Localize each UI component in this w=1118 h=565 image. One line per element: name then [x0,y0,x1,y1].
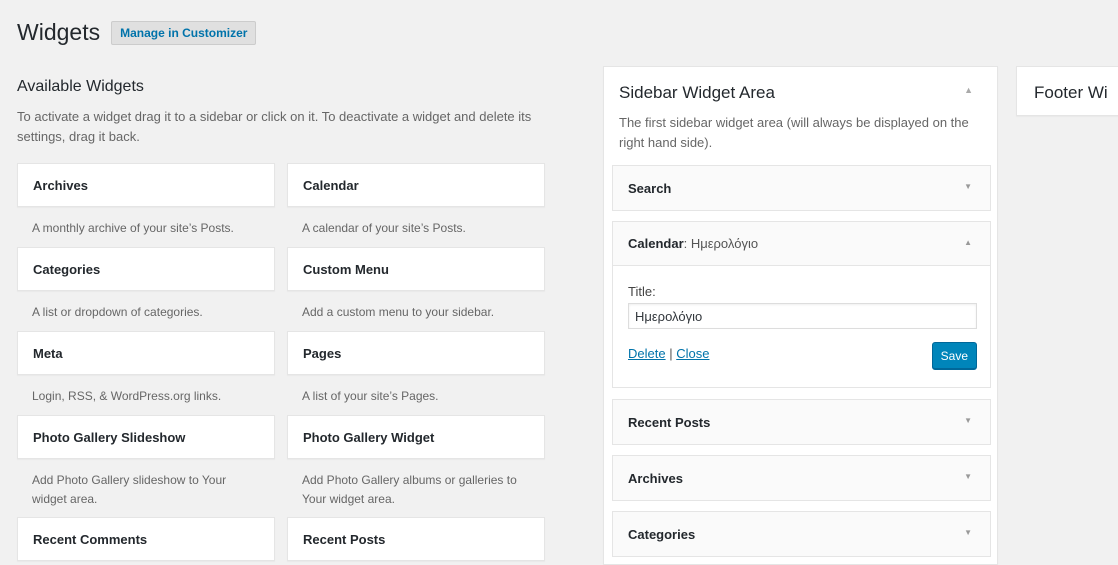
widget-title[interactable]: Photo Gallery Slideshow [17,415,275,459]
sidebar-widget-recent-posts[interactable]: Recent Posts ▼ [612,399,991,445]
widget-description: A list of your site’s Pages. [302,389,439,403]
arrow-down-icon[interactable]: ▼ [964,182,972,191]
sidebar-widget-area: Sidebar Widget Area ▲ The first sidebar … [603,66,998,565]
page-header: Widgets Manage in Customizer [17,19,257,46]
manage-in-customizer-button[interactable]: Manage in Customizer [111,20,257,45]
arrow-down-icon[interactable]: ▼ [964,472,972,481]
widget-custom-menu[interactable]: Custom Menu Add a custom menu to your si… [287,247,545,322]
sidebar-widget-title[interactable]: Recent Posts ▼ [613,400,990,444]
link-separator: | [669,346,673,361]
title-field-label: Title: [628,284,656,299]
sidebar-widget-search[interactable]: Search ▼ [612,165,991,211]
widget-photo-gallery-widget[interactable]: Photo Gallery Widget Add Photo Gallery a… [287,415,545,509]
arrow-up-icon[interactable]: ▲ [964,85,973,95]
title-input[interactable] [628,303,977,329]
widget-categories[interactable]: Categories A list or dropdown of categor… [17,247,275,322]
widget-title[interactable]: Calendar [287,163,545,207]
sidebar-widget-title[interactable]: Calendar : Ημερολόγιο ▲ [613,222,990,266]
widget-title[interactable]: Meta [17,331,275,375]
available-widgets-description: To activate a widget drag it to a sideba… [17,109,532,144]
save-button[interactable]: Save [931,342,977,370]
widget-title[interactable]: Custom Menu [287,247,545,291]
widget-title[interactable]: Recent Posts [287,517,545,561]
widget-description: A list or dropdown of categories. [32,305,203,319]
arrow-down-icon[interactable]: ▼ [964,416,972,425]
widget-pages[interactable]: Pages A list of your site’s Pages. [287,331,545,406]
widget-description: Add Photo Gallery slideshow to Your widg… [32,473,227,506]
sidebar-description: The first sidebar widget area (will alwa… [619,115,969,150]
widget-description: A monthly archive of your site’s Posts. [32,221,234,235]
widget-title[interactable]: Photo Gallery Widget [287,415,545,459]
sidebar-widget-title[interactable]: Categories ▼ [613,512,990,556]
widget-archives[interactable]: Archives A monthly archive of your site’… [17,163,275,238]
sidebar-widget-calendar[interactable]: Calendar : Ημερολόγιο ▲ Title: Delete | … [612,221,991,388]
close-link[interactable]: Close [676,346,709,361]
delete-link[interactable]: Delete [628,346,666,361]
widget-title-text: Archives [628,470,683,486]
widget-recent-posts[interactable]: Recent Posts [287,517,545,561]
widget-title-text: Categories [628,526,696,542]
sidebar-header[interactable]: Sidebar Widget Area ▲ [604,67,997,103]
widget-description: A calendar of your site’s Posts. [302,221,466,235]
widget-control-links: Delete | Close [628,346,709,361]
available-widgets-panel: Available Widgets To activate a widget d… [17,78,562,561]
sidebar-widget-title[interactable]: Search ▼ [613,166,990,210]
widget-settings: Title: Delete | Close Save [613,266,990,387]
widget-calendar[interactable]: Calendar A calendar of your site’s Posts… [287,163,545,238]
widget-photo-gallery-slideshow[interactable]: Photo Gallery Slideshow Add Photo Galler… [17,415,275,509]
widget-title-text: Search [628,180,672,196]
sidebar-widget-categories[interactable]: Categories ▼ [612,511,991,557]
available-widgets-heading: Available Widgets [17,78,144,95]
sidebar-widget-title[interactable]: Archives ▼ [613,456,990,500]
arrow-down-icon[interactable]: ▼ [964,528,972,537]
widget-meta[interactable]: Meta Login, RSS, & WordPress.org links. [17,331,275,406]
sidebar-widget-archives[interactable]: Archives ▼ [612,455,991,501]
widget-recent-comments[interactable]: Recent Comments [17,517,275,561]
widget-title[interactable]: Recent Comments [17,517,275,561]
widget-title-text: Recent Posts [628,414,711,430]
widget-description: Add Photo Gallery albums or galleries to… [302,473,517,506]
footer-area-heading: Footer Wi [1034,83,1108,102]
page-title: Widgets [17,19,101,45]
sidebar-heading: Sidebar Widget Area [619,83,775,102]
widget-description: Add a custom menu to your sidebar. [302,305,495,319]
footer-widget-area[interactable]: Footer Wi [1016,66,1118,116]
widget-title[interactable]: Categories [17,247,275,291]
widget-title[interactable]: Archives [17,163,275,207]
widget-title-text: Calendar [628,236,684,251]
widget-instance-title: : Ημερολόγιο [683,236,759,251]
widget-description: Login, RSS, & WordPress.org links. [32,389,222,403]
widget-title[interactable]: Pages [287,331,545,375]
arrow-up-icon[interactable]: ▲ [964,238,972,247]
